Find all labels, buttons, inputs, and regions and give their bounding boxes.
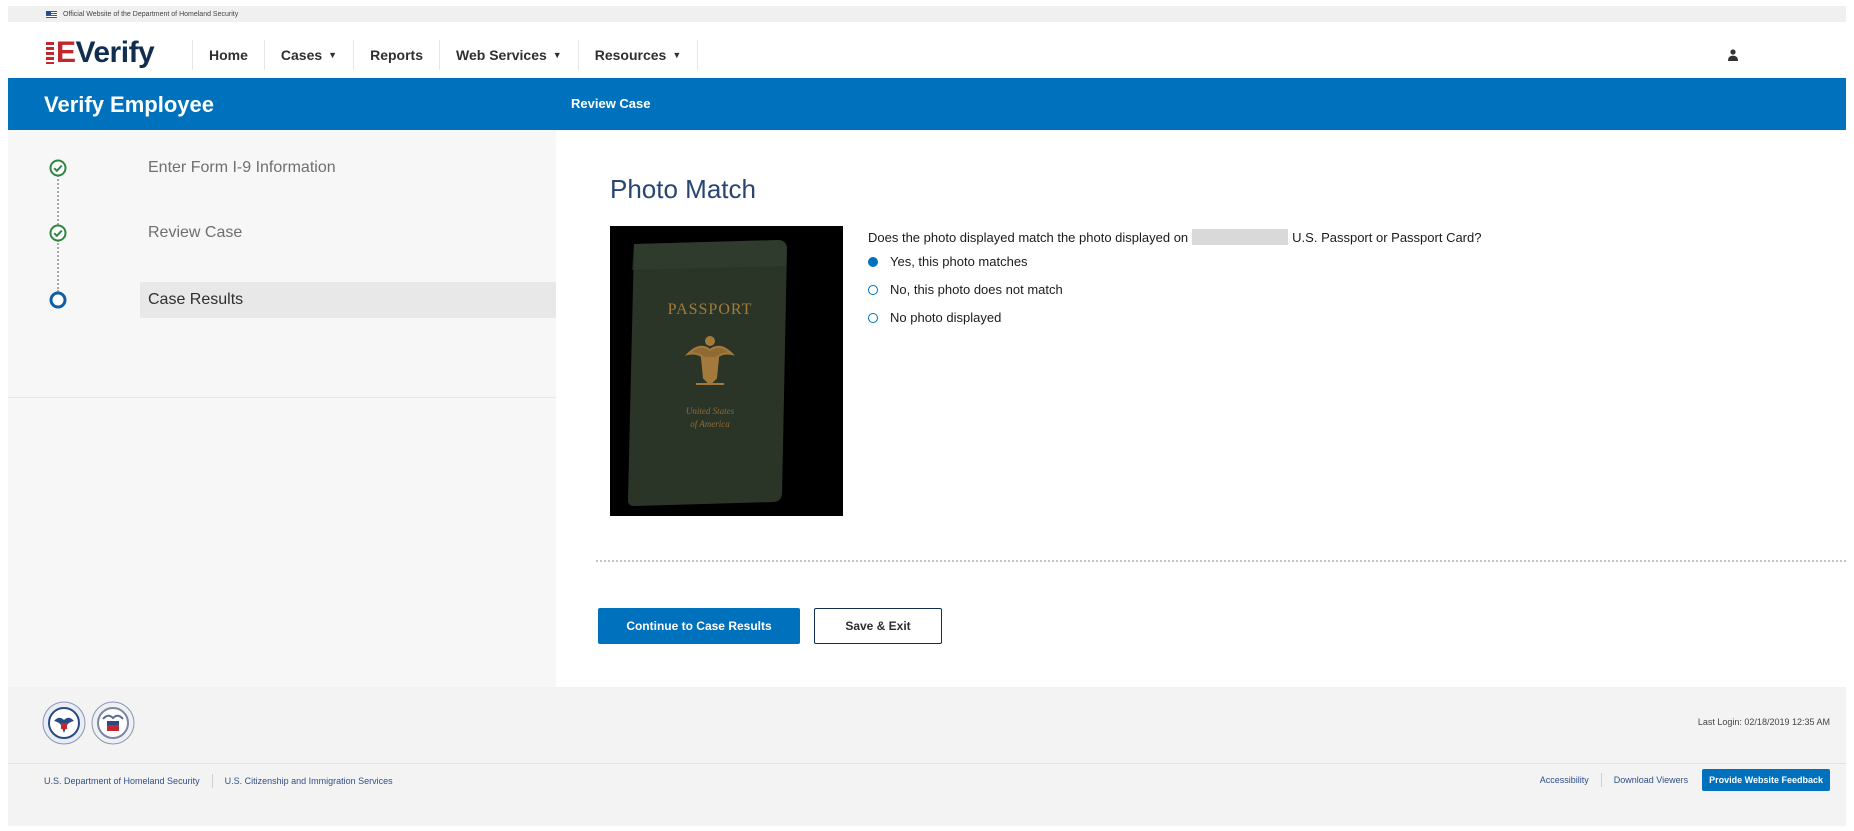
step-enter-i9: Enter Form I-9 Information xyxy=(8,150,556,186)
link-separator xyxy=(211,774,213,788)
page-title: Photo Match xyxy=(610,174,756,204)
nav-cases[interactable]: Cases ▼ xyxy=(263,40,353,70)
step-label: Enter Form I-9 Information xyxy=(148,159,336,176)
chevron-down-icon: ▼ xyxy=(672,50,682,60)
page-frame: Official Website of the Department of Ho… xyxy=(8,6,1846,826)
link-separator xyxy=(1600,773,1602,787)
passport-cover-line2: of America xyxy=(690,419,730,429)
footer-links-right: Accessibility Download Viewers Provide W… xyxy=(1540,769,1830,791)
current-step-circle-icon xyxy=(49,291,67,309)
us-flag-icon xyxy=(46,10,57,18)
passport-cover-title: PASSPORT xyxy=(668,301,753,318)
page-header-subtitle: Review Case xyxy=(571,96,651,111)
link-uscis[interactable]: U.S. Citizenship and Immigration Service… xyxy=(225,776,393,786)
user-icon[interactable] xyxy=(1726,48,1740,62)
radio-photo-matches[interactable]: Yes, this photo matches xyxy=(868,254,1028,269)
step-label: Review Case xyxy=(148,224,243,241)
radio-button-selected[interactable] xyxy=(868,256,878,267)
nav-resources[interactable]: Resources ▼ xyxy=(577,40,699,70)
footer-links-left: U.S. Department of Homeland Security U.S… xyxy=(44,774,393,788)
passport-cover-line1: United States xyxy=(686,406,735,416)
radio-button[interactable] xyxy=(868,312,878,323)
sidebar-divider xyxy=(8,397,556,398)
check-circle-icon xyxy=(49,224,67,242)
section-divider xyxy=(596,560,1846,562)
link-accessibility[interactable]: Accessibility xyxy=(1540,775,1589,785)
page-footer: Last Login: 02/18/2019 12:35 AM U.S. Dep… xyxy=(8,687,1846,826)
gov-banner: Official Website of the Department of Ho… xyxy=(8,6,1846,22)
top-navbar: E Verify Home Cases ▼ Reports Web Service… xyxy=(8,22,1846,78)
page-header-band: Verify Employee Review Case xyxy=(8,78,1846,130)
check-circle-icon xyxy=(49,159,67,177)
radio-photo-not-match[interactable]: No, this photo does not match xyxy=(868,282,1063,297)
photo-match-question: Does the photo displayed match the photo… xyxy=(868,229,1482,245)
everify-logo[interactable]: E Verify xyxy=(46,36,155,70)
nav-reports[interactable]: Reports xyxy=(353,40,439,70)
gov-banner-text: Official Website of the Department of Ho… xyxy=(63,10,239,18)
nav-home[interactable]: Home xyxy=(192,40,264,70)
main-nav: Home Cases ▼ Reports Web Services ▼ Resour… xyxy=(192,40,699,70)
uscis-seal-icon[interactable] xyxy=(91,701,135,745)
passport-photo: PASSPORT United States of America xyxy=(610,226,843,516)
step-sidebar: Enter Form I-9 Information Review Case C… xyxy=(8,130,557,687)
chevron-down-icon: ▼ xyxy=(552,50,562,60)
link-dhs[interactable]: U.S. Department of Homeland Security xyxy=(44,776,200,786)
logo-prefix: E xyxy=(56,36,76,69)
redacted-name xyxy=(1192,229,1289,245)
step-case-results: Case Results xyxy=(8,282,556,318)
dhs-seal-icon[interactable] xyxy=(42,701,86,745)
radio-button[interactable] xyxy=(868,284,878,295)
nav-web-services[interactable]: Web Services ▼ xyxy=(439,40,578,70)
chevron-down-icon: ▼ xyxy=(328,50,338,60)
logo-suffix: Verify xyxy=(75,36,155,69)
page-header-title: Verify Employee xyxy=(44,92,214,117)
continue-to-case-results-button[interactable]: Continue to Case Results xyxy=(598,608,800,644)
step-review-case: Review Case xyxy=(8,215,556,251)
main-content: Photo Match PASSPORT United States of Am… xyxy=(556,130,1846,687)
last-login-text: Last Login: 02/18/2019 12:35 AM xyxy=(1697,717,1830,727)
step-label: Case Results xyxy=(148,291,244,308)
provide-feedback-button[interactable]: Provide Website Feedback xyxy=(1702,769,1830,791)
logo-stripes xyxy=(46,42,54,64)
footer-divider xyxy=(8,763,1846,764)
save-and-exit-button[interactable]: Save & Exit xyxy=(814,608,942,644)
link-download-viewers[interactable]: Download Viewers xyxy=(1614,775,1688,785)
radio-no-photo[interactable]: No photo displayed xyxy=(868,310,1001,325)
